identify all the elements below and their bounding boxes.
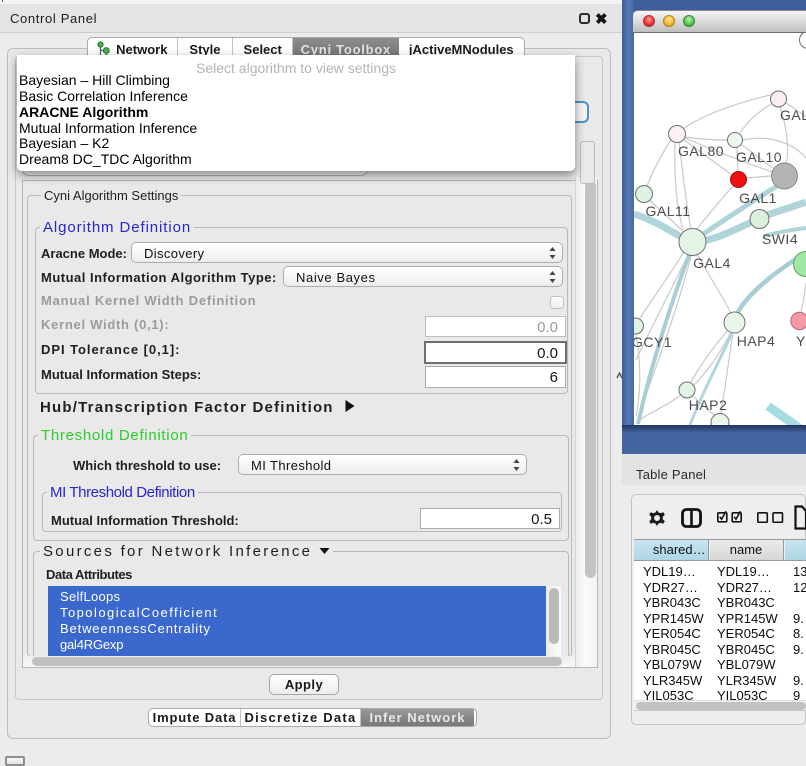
svg-text:GAL1: GAL1 — [739, 190, 777, 206]
svg-text:GAL: GAL — [780, 107, 806, 123]
svg-text:GAL80: GAL80 — [678, 143, 724, 159]
svg-text:GAL11: GAL11 — [645, 203, 690, 219]
svg-text:HAP4: HAP4 — [737, 333, 776, 349]
svg-text:HAP2: HAP2 — [689, 397, 728, 413]
svg-text:SWI4: SWI4 — [762, 231, 798, 247]
svg-text:GAL4: GAL4 — [693, 255, 731, 271]
svg-text:GCY1: GCY1 — [634, 334, 672, 350]
svg-text:Y: Y — [796, 333, 806, 349]
svg-text:GAL10: GAL10 — [736, 149, 782, 165]
